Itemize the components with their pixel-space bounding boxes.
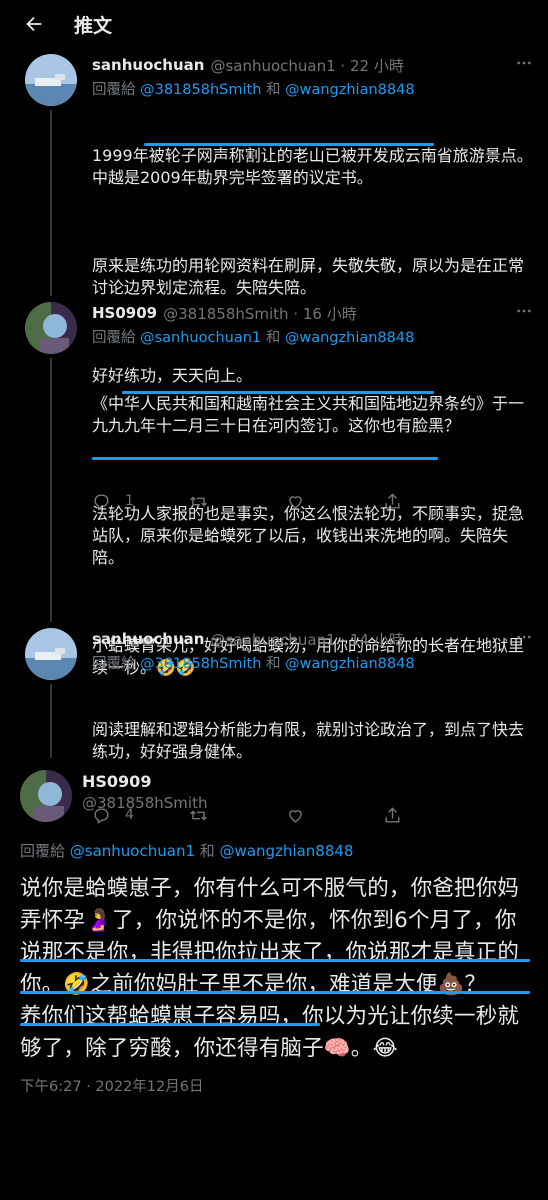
reply-and: 和: [261, 656, 286, 672]
avatar[interactable]: [20, 770, 72, 822]
avatar[interactable]: [25, 302, 77, 354]
highlight-underline: [144, 143, 434, 146]
main-tweet-text: 说你是蛤蟆崽子，你有什么可不服气的，你爸把你妈弄怀孕🤰了，你说怀的不是你，怀你到…: [20, 876, 520, 1061]
reply-to-line: 回覆給 @381858hSmith 和 @wangzhian8848: [92, 652, 534, 673]
reply-count: 4: [125, 807, 134, 823]
heart-icon: [289, 809, 302, 823]
reply-and: 和: [261, 330, 285, 346]
reply-to-line: 回覆給 @381858hSmith 和 @wangzhian8848: [92, 78, 534, 99]
reply-user-link[interactable]: @sanhuochuan1: [70, 842, 195, 860]
reply-tweet-3[interactable]: sanhuochuan @sanhuochuan1 · 14 小時 回覆給 @3…: [0, 622, 548, 761]
highlight-underline: [20, 959, 530, 962]
avatar[interactable]: [25, 628, 77, 680]
thread-line: [50, 684, 52, 758]
top-bar: 推文: [0, 0, 548, 48]
share-icon: [385, 806, 400, 823]
reply-to-label: 回覆給: [92, 656, 141, 672]
more-options-icon[interactable]: [514, 302, 534, 324]
reply-to-label: 回覆給: [92, 82, 141, 98]
thread-line: [50, 110, 52, 296]
thread-line: [50, 358, 52, 622]
reply-user-link[interactable]: @sanhuochuan1: [140, 330, 261, 346]
highlight-underline: [92, 457, 438, 460]
author-name[interactable]: HS0909: [92, 304, 157, 322]
reply-user-link[interactable]: @381858hSmith: [140, 82, 261, 98]
like-button[interactable]: [286, 806, 383, 825]
reply-and: 和: [195, 842, 220, 860]
reply-and: 和: [261, 82, 286, 98]
more-options-icon[interactable]: [514, 54, 534, 76]
reply-user-link[interactable]: @wangzhian8848: [285, 82, 414, 98]
author-name[interactable]: sanhuochuan: [92, 56, 204, 74]
back-arrow-icon[interactable]: [12, 2, 56, 46]
paragraph: 阅读理解和逻辑分析能力有限，就别讨论政治了，到点了快去练功，好好强身健体。: [92, 720, 525, 761]
paragraph: 《中华人民共和国和越南社会主义共和国陆地边界条约》于一九九九年十二月三十日在河内…: [92, 394, 525, 435]
share-button[interactable]: [383, 806, 480, 825]
more-options-icon[interactable]: [514, 628, 534, 650]
tweet-text: 阅读理解和逻辑分析能力有限，就别讨论政治了，到点了快去练功，好好强身健体。: [92, 675, 534, 807]
highlight-underline: [20, 1023, 320, 1026]
reply-user-link[interactable]: @wangzhian8848: [285, 656, 414, 672]
author-handle-time: @381858hSmith · 16 小時: [163, 304, 357, 323]
reply-to-line: 回覆給 @sanhuochuan1 和 @wangzhian8848: [20, 840, 534, 861]
author-handle-time: @sanhuochuan1 · 22 小時: [210, 56, 404, 75]
reply-to-label: 回覆給: [20, 842, 70, 860]
reply-tweet-2[interactable]: HS0909 @381858hSmith · 16 小時 回覆給 @sanhuo…: [0, 296, 548, 824]
paragraph: 法轮功人家报的也是事实，你这么恨法轮功，不顾事实，捉急站队，原来你是蛤蟆死了以后…: [92, 504, 525, 567]
highlight-underline: [20, 991, 530, 994]
paragraph: 1999年被轮子网声称割让的老山已被开发成云南省旅游景点。中越是2009年勘界完…: [92, 146, 533, 187]
reply-icon: [94, 807, 109, 824]
highlight-underline: [122, 391, 434, 394]
retweet-button[interactable]: [189, 806, 286, 825]
reply-button[interactable]: 4: [92, 806, 189, 825]
retweet-icon: [190, 810, 207, 820]
paragraph: 原来是练功的用轮网资料在刷屏，失敬失敬，原以为是在正常讨论边界划定流程。失陪失陪…: [92, 256, 525, 297]
reply-to-label: 回覆給: [92, 330, 141, 346]
page-title: 推文: [74, 14, 113, 37]
avatar[interactable]: [25, 54, 77, 106]
reply-to-line: 回覆給 @sanhuochuan1 和 @wangzhian8848: [92, 326, 534, 347]
tweet-timestamp[interactable]: 下午6:27 · 2022年12月6日: [20, 1075, 534, 1096]
reply-tweet-1[interactable]: sanhuochuan @sanhuochuan1 · 22 小時 回覆給 @3…: [0, 48, 548, 510]
reply-user-link[interactable]: @wangzhian8848: [285, 330, 414, 346]
reply-user-link[interactable]: @wangzhian8848: [220, 842, 354, 860]
reply-user-link[interactable]: @381858hSmith: [140, 656, 261, 672]
author-handle-time: @sanhuochuan1 · 14 小時: [210, 630, 404, 649]
author-name[interactable]: sanhuochuan: [92, 630, 204, 648]
